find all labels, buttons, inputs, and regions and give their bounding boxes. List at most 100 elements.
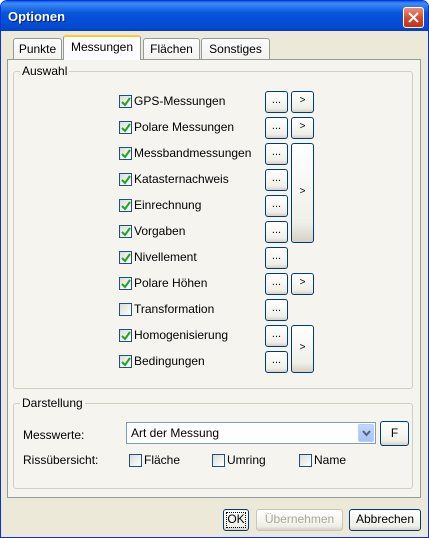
details-button-gps[interactable]: ... xyxy=(265,91,288,113)
checkbox-label: Polare Höhen xyxy=(134,276,208,290)
check-icon xyxy=(121,201,131,211)
tab-punkte[interactable]: Punkte xyxy=(13,38,62,59)
check-icon xyxy=(121,331,131,341)
details-button-bedingungen[interactable]: ... xyxy=(265,351,288,373)
details-button-messband[interactable]: ... xyxy=(265,143,288,165)
details-button-nivellement[interactable]: ... xyxy=(265,247,288,269)
checkbox-label: Katasternachweis xyxy=(134,172,229,186)
expand-button-polare-hoehen[interactable]: > xyxy=(291,273,314,295)
button-label: ... xyxy=(271,328,282,340)
button-label: OK xyxy=(227,512,245,526)
button-label: ... xyxy=(271,276,282,288)
button-label: ... xyxy=(271,120,282,132)
button-label: ... xyxy=(271,94,282,106)
checkbox-label: GPS-Messungen xyxy=(134,94,226,108)
button-label: F xyxy=(390,426,399,440)
button-label: > xyxy=(299,95,306,106)
checkbox-label: Polare Messungen xyxy=(134,120,235,134)
checkbox[interactable] xyxy=(119,95,132,108)
button-label: > xyxy=(299,342,306,353)
check-icon xyxy=(121,149,131,159)
button-label: ... xyxy=(271,172,282,184)
checkbox-label: Fläche xyxy=(144,453,181,467)
button-label: Übernehmen xyxy=(264,512,335,526)
expand-button-gps[interactable]: > xyxy=(291,91,314,113)
button-label: > xyxy=(299,121,306,132)
messwerte-label: Messwerte: xyxy=(23,428,85,442)
details-button-polare-hoehen[interactable]: ... xyxy=(265,273,288,295)
tab-label: Flächen xyxy=(150,42,193,56)
tab-label: Punkte xyxy=(18,42,57,56)
checkbox-label: Homogenisierung xyxy=(134,328,229,342)
close-button[interactable] xyxy=(403,7,424,28)
details-button-homogenisierung[interactable]: ... xyxy=(265,325,288,347)
messwerte-select[interactable]: Art der Messung xyxy=(126,422,376,444)
button-label: ... xyxy=(271,224,282,236)
tab-messungen[interactable]: Messungen xyxy=(63,35,141,60)
details-button-einrechnung[interactable]: ... xyxy=(265,195,288,217)
checkbox[interactable] xyxy=(119,303,132,316)
checkbox[interactable] xyxy=(119,147,132,160)
check-icon xyxy=(121,253,131,263)
apply-button[interactable]: Übernehmen xyxy=(256,509,343,531)
checkbox[interactable] xyxy=(119,199,132,212)
check-icon xyxy=(121,279,131,289)
checkbox[interactable] xyxy=(119,251,132,264)
close-icon xyxy=(408,12,419,23)
button-label: ... xyxy=(271,302,282,314)
details-button-kataster[interactable]: ... xyxy=(265,169,288,191)
checkbox[interactable] xyxy=(119,355,132,368)
ok-button[interactable]: OK xyxy=(223,509,249,531)
check-icon xyxy=(121,357,131,367)
check-icon xyxy=(121,123,131,133)
rissuebersicht-label: Rissübersicht: xyxy=(23,453,99,467)
details-button-polare[interactable]: ... xyxy=(265,117,288,139)
title-bar[interactable]: Optionen xyxy=(1,1,428,31)
dropdown-button[interactable] xyxy=(358,424,374,442)
checkbox[interactable] xyxy=(119,121,132,134)
button-label: ... xyxy=(271,354,282,366)
tab-sonstiges[interactable]: Sonstiges xyxy=(201,38,270,59)
checkbox[interactable] xyxy=(129,454,142,467)
messwerte-select-value: Art der Messung xyxy=(131,426,220,440)
button-label: > xyxy=(299,186,306,197)
checkbox-label: Einrechnung xyxy=(134,198,202,212)
details-button-transformation[interactable]: ... xyxy=(265,299,288,321)
chevron-down-icon xyxy=(362,430,371,437)
checkbox[interactable] xyxy=(119,225,132,238)
checkbox-label: Nivellement xyxy=(134,250,197,264)
font-button[interactable]: F xyxy=(380,421,409,446)
button-label: ... xyxy=(271,250,282,262)
tab-flaechen[interactable]: Flächen xyxy=(143,38,200,59)
tab-label: Sonstiges xyxy=(209,42,262,56)
checkbox-label: Messbandmessungen xyxy=(134,146,252,160)
check-icon xyxy=(121,175,131,185)
tab-label: Messungen xyxy=(70,40,134,54)
cancel-button[interactable]: Abbrechen xyxy=(349,509,421,531)
auswahl-group-label: Auswahl xyxy=(20,64,70,78)
details-button-vorgaben[interactable]: ... xyxy=(265,221,288,243)
darstellung-group-label: Darstellung xyxy=(20,396,85,410)
checkbox-label: Umring xyxy=(227,453,266,467)
button-label: > xyxy=(299,277,306,288)
options-dialog: Optionen Punkte Messungen Flächen Sonsti… xyxy=(0,0,429,538)
checkbox[interactable] xyxy=(119,277,132,290)
checkbox[interactable] xyxy=(119,173,132,186)
button-label: Abbrechen xyxy=(355,512,415,526)
button-label: ... xyxy=(271,146,282,158)
checkbox-label: Bedingungen xyxy=(134,354,205,368)
expand-button-group-messband-vorgaben[interactable]: > xyxy=(291,143,314,243)
check-icon xyxy=(121,227,131,237)
expand-button-group-homogenisierung-bedingungen[interactable]: > xyxy=(291,325,314,373)
check-icon xyxy=(121,97,131,107)
expand-button-polare[interactable]: > xyxy=(291,117,314,139)
checkbox[interactable] xyxy=(299,454,312,467)
darstellung-group: Darstellung xyxy=(13,396,413,489)
checkbox[interactable] xyxy=(119,329,132,342)
checkbox-label: Transformation xyxy=(134,302,215,316)
button-label: ... xyxy=(271,198,282,210)
checkbox-label: Name xyxy=(314,453,347,467)
window-title: Optionen xyxy=(8,9,66,24)
checkbox-label: Vorgaben xyxy=(134,224,186,238)
checkbox[interactable] xyxy=(212,454,225,467)
